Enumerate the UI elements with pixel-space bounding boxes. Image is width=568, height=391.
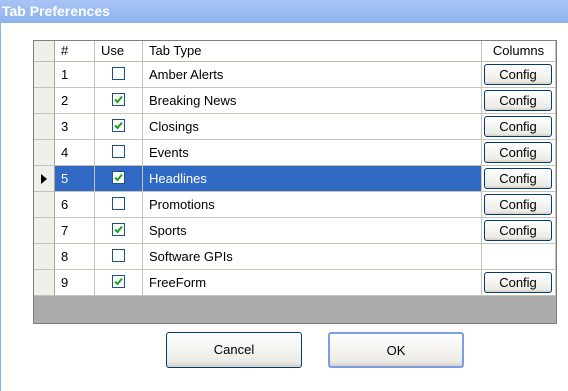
- row-number: 8: [55, 244, 95, 270]
- columns-cell: Config: [482, 192, 556, 218]
- ok-button[interactable]: OK: [328, 332, 464, 368]
- current-row-arrow-icon: [41, 174, 47, 184]
- header-tab-type[interactable]: Tab Type: [143, 41, 482, 62]
- use-checkbox[interactable]: [112, 197, 125, 210]
- config-button[interactable]: Config: [484, 142, 552, 163]
- window-title: Tab Preferences: [2, 3, 110, 19]
- tab-type-cell[interactable]: FreeForm: [143, 270, 482, 296]
- header-use[interactable]: Use: [95, 41, 143, 62]
- use-checkbox-cell[interactable]: [95, 244, 143, 270]
- use-checkbox-cell[interactable]: [95, 218, 143, 244]
- tab-grid: # Use Tab Type Columns 1 Amber Alerts Conf…: [33, 40, 557, 324]
- tab-type-cell[interactable]: Promotions: [143, 192, 482, 218]
- columns-cell: Config: [482, 218, 556, 244]
- table-row[interactable]: 3 Closings Config: [34, 114, 556, 140]
- row-number: 2: [55, 88, 95, 114]
- tab-type-cell[interactable]: Headlines: [143, 166, 482, 192]
- columns-cell: Config: [482, 62, 556, 88]
- config-button[interactable]: Config: [484, 168, 552, 189]
- config-button[interactable]: Config: [484, 64, 552, 85]
- table-row[interactable]: 5 Headlines Config: [34, 166, 556, 192]
- row-selector[interactable]: [34, 270, 55, 296]
- row-number: 5: [55, 166, 95, 192]
- use-checkbox-cell[interactable]: [95, 88, 143, 114]
- use-checkbox[interactable]: [112, 223, 125, 236]
- row-number: 3: [55, 114, 95, 140]
- use-checkbox[interactable]: [112, 275, 125, 288]
- row-selector[interactable]: [34, 140, 55, 166]
- columns-cell: [482, 244, 556, 270]
- use-checkbox-cell[interactable]: [95, 192, 143, 218]
- config-button[interactable]: Config: [484, 220, 552, 241]
- tab-type-cell[interactable]: Events: [143, 140, 482, 166]
- table-row[interactable]: 8 Software GPIs: [34, 244, 556, 270]
- row-number: 9: [55, 270, 95, 296]
- use-checkbox-cell[interactable]: [95, 166, 143, 192]
- columns-cell: Config: [482, 270, 556, 296]
- use-checkbox-cell[interactable]: [95, 270, 143, 296]
- columns-cell: Config: [482, 166, 556, 192]
- row-number: 6: [55, 192, 95, 218]
- table-row[interactable]: 1 Amber Alerts Config: [34, 62, 556, 88]
- config-button[interactable]: Config: [484, 272, 552, 293]
- config-button[interactable]: Config: [484, 194, 552, 215]
- header-row-selector: [34, 41, 55, 62]
- row-selector[interactable]: [34, 88, 55, 114]
- row-number: 4: [55, 140, 95, 166]
- header-number[interactable]: #: [55, 41, 95, 62]
- table-row[interactable]: 6 Promotions Config: [34, 192, 556, 218]
- use-checkbox-cell[interactable]: [95, 114, 143, 140]
- use-checkbox-cell[interactable]: [95, 140, 143, 166]
- row-selector[interactable]: [34, 192, 55, 218]
- use-checkbox-cell[interactable]: [95, 62, 143, 88]
- use-checkbox[interactable]: [112, 93, 125, 106]
- row-selector[interactable]: [34, 244, 55, 270]
- columns-cell: Config: [482, 140, 556, 166]
- use-checkbox[interactable]: [112, 119, 125, 132]
- use-checkbox[interactable]: [112, 145, 125, 158]
- table-row[interactable]: 2 Breaking News Config: [34, 88, 556, 114]
- dialog-body: # Use Tab Type Columns 1 Amber Alerts Conf…: [0, 23, 568, 391]
- use-checkbox[interactable]: [112, 171, 125, 184]
- tab-type-cell[interactable]: Software GPIs: [143, 244, 482, 270]
- use-checkbox[interactable]: [112, 249, 125, 262]
- row-number: 1: [55, 62, 95, 88]
- row-selector[interactable]: [34, 166, 55, 192]
- table-row[interactable]: 7 Sports Config: [34, 218, 556, 244]
- tab-type-cell[interactable]: Amber Alerts: [143, 62, 482, 88]
- columns-cell: Config: [482, 88, 556, 114]
- tab-type-cell[interactable]: Sports: [143, 218, 482, 244]
- tab-type-cell[interactable]: Breaking News: [143, 88, 482, 114]
- cancel-button[interactable]: Cancel: [166, 332, 302, 368]
- row-selector[interactable]: [34, 218, 55, 244]
- table-row[interactable]: 4 Events Config: [34, 140, 556, 166]
- tab-type-cell[interactable]: Closings: [143, 114, 482, 140]
- config-button[interactable]: Config: [484, 90, 552, 111]
- header-columns[interactable]: Columns: [482, 41, 556, 62]
- config-button[interactable]: Config: [484, 116, 552, 137]
- title-bar: Tab Preferences: [0, 0, 568, 23]
- table-row[interactable]: 9 FreeForm Config: [34, 270, 556, 296]
- row-number: 7: [55, 218, 95, 244]
- row-selector[interactable]: [34, 62, 55, 88]
- row-selector[interactable]: [34, 114, 55, 140]
- columns-cell: Config: [482, 114, 556, 140]
- use-checkbox[interactable]: [112, 67, 125, 80]
